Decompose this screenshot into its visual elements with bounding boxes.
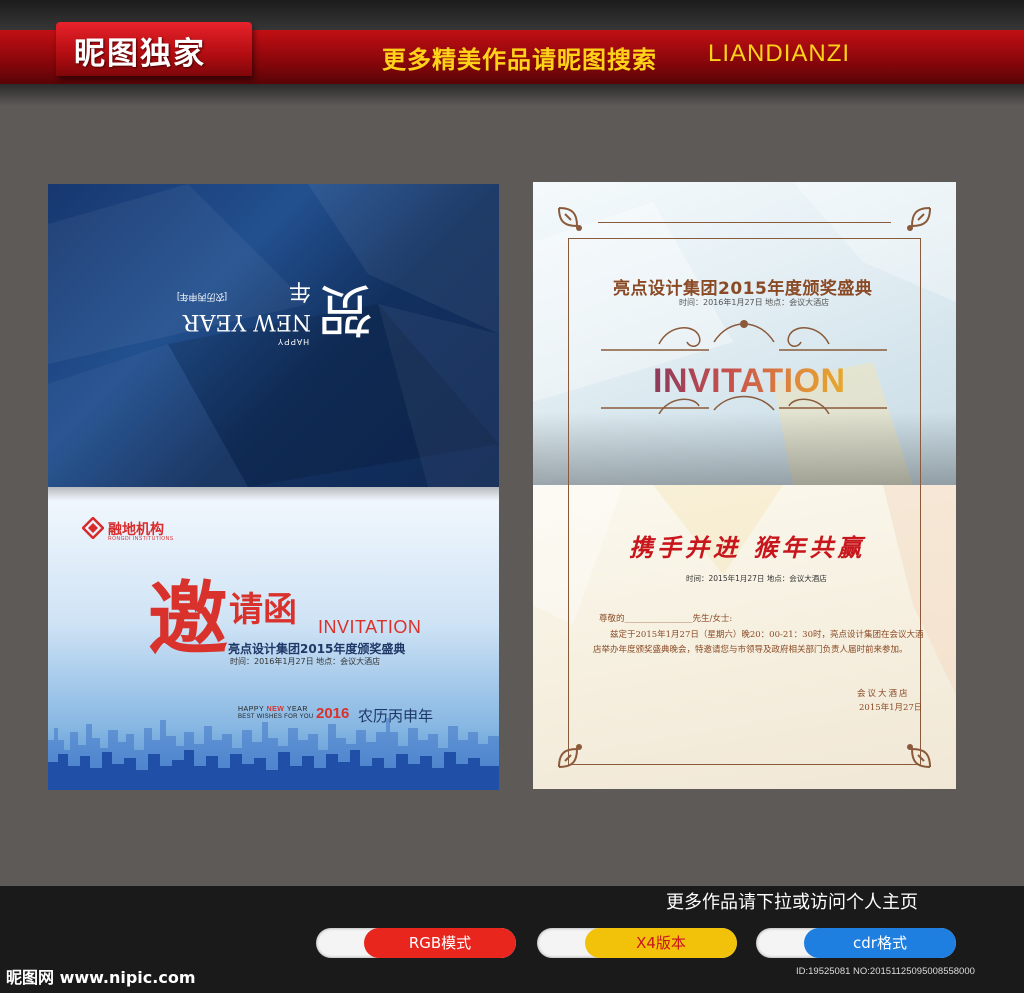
pill-label: RGB模式 <box>408 934 472 952</box>
corner-ornament-icon <box>558 744 582 768</box>
corner-ornament-icon <box>907 744 931 768</box>
cover-greeting-upside-down: 贺 HAPPY NEW YEAR 年 [农历丙申年] <box>173 276 373 354</box>
brand-label: 昵图独家 <box>74 36 206 72</box>
header-slogan: 更多精美作品请昵图搜索 <box>382 46 657 74</box>
fold-shadow <box>48 487 499 501</box>
site-watermark: 昵图网 www.nipic.com <box>6 968 196 987</box>
x4-version-badge: X4版本 <box>537 928 737 958</box>
city-skyline <box>48 718 499 790</box>
frame-top-rule <box>598 222 891 223</box>
salutation: 尊敬的________________先生/女士: <box>599 614 733 624</box>
invitation-en: INVITATION <box>318 617 422 637</box>
more-works-link[interactable]: 更多作品请下拉或访问个人主页 <box>666 888 918 914</box>
event-title: 亮点设计集团2015年度颁奖盛典 <box>228 642 406 656</box>
greeting-lunar-note: [农历丙申年] <box>176 292 227 302</box>
right-invitation-card: 亮点设计集团2015年度颁奖盛典 时间：2016年1月27日 地点：会议大酒店 … <box>533 182 956 789</box>
corner-ornament-icon <box>907 207 931 231</box>
left-invitation-card: 贺 HAPPY NEW YEAR 年 [农历丙申年] 融地机构 RONGDI I… <box>48 184 499 790</box>
calligraphy-slogan: 携手并进 猴年共赢 <box>629 533 866 562</box>
pill-label: cdr格式 <box>853 934 907 952</box>
signature-date: 2015年1月27日 <box>859 703 923 713</box>
greeting-new-year: NEW YEAR 年 <box>183 278 311 334</box>
invitation-word: 请函 <box>229 590 297 630</box>
invitation-body: 兹定于2015年1月27日（星期六）晚20：00-21：30时，亮点设计集团在会… <box>593 630 924 655</box>
corner-ornament-icon <box>558 207 582 231</box>
event-time: 时间：2016年1月27日 地点：会议大酒店 <box>230 657 381 666</box>
greeting-happy: HAPPY <box>276 337 309 346</box>
event-time: 时间：2016年1月27日 地点：会议大酒店 <box>679 298 830 307</box>
rgb-mode-badge: RGB模式 <box>316 928 516 958</box>
cdr-format-badge: cdr格式 <box>756 928 956 958</box>
event-time-inside: 时间：2015年1月27日 地点：会议大酒店 <box>686 574 827 583</box>
invitation-big-char: 邀 <box>148 572 228 666</box>
image-id: ID:19525081 NO:20151125095008558000 <box>796 966 975 977</box>
event-title: 亮点设计集团2015年度颁奖盛典 <box>613 279 873 299</box>
signature-venue: 会议大酒店 <box>857 689 910 699</box>
pill-label: X4版本 <box>636 934 686 952</box>
company-logo-icon <box>82 517 104 539</box>
greeting-big-char: 贺 <box>317 276 373 341</box>
header-slogan-en: LIANDIANZI <box>708 40 851 67</box>
invitation-heading: INVITATION <box>653 362 846 400</box>
header-shadow <box>0 84 1024 106</box>
company-name-en: RONGDI INSTITUTIONS <box>108 536 174 542</box>
